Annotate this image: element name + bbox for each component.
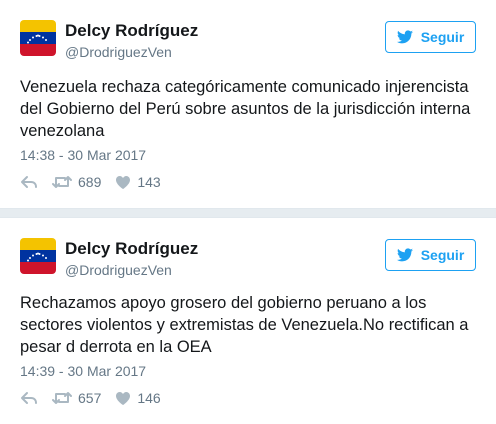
author-name[interactable]: Delcy Rodríguez: [65, 21, 198, 41]
tweet-card: Delcy Rodríguez @DrodriguezVen Seguir Ve…: [0, 0, 496, 208]
like-button[interactable]: 143: [115, 174, 161, 190]
author-handle[interactable]: @DrodriguezVen: [65, 43, 172, 61]
follow-button[interactable]: Seguir: [385, 21, 476, 53]
tweet-separator: [0, 208, 496, 218]
like-count: 143: [137, 174, 161, 190]
follow-button[interactable]: Seguir: [385, 239, 476, 271]
tweet-actions: 689 143: [20, 172, 161, 192]
follow-button-label: Seguir: [420, 29, 465, 45]
reply-icon: [21, 176, 37, 188]
reply-icon: [21, 392, 37, 404]
retweet-button[interactable]: 657: [52, 390, 101, 406]
tweet-text: Venezuela rechaza categóricamente comuni…: [20, 78, 471, 140]
tweet-actions: 657 146: [20, 388, 161, 408]
like-count: 146: [137, 390, 161, 406]
heart-icon: [116, 175, 131, 189]
follow-button-label: Seguir: [420, 247, 465, 263]
retweet-icon: [52, 392, 72, 404]
like-button[interactable]: 146: [115, 390, 161, 406]
retweet-count: 689: [78, 174, 102, 190]
tweet-text: Rechazamos apoyo grosero del gobierno pe…: [20, 294, 469, 356]
avatar[interactable]: [20, 20, 56, 56]
venezuela-flag-avatar: [20, 238, 56, 274]
heart-icon: [116, 391, 131, 405]
author-name[interactable]: Delcy Rodríguez: [65, 239, 198, 259]
retweet-button[interactable]: 689: [52, 174, 101, 190]
retweet-count: 657: [78, 390, 102, 406]
tweet-card: Delcy Rodríguez @DrodriguezVen Seguir Re…: [0, 218, 496, 424]
reply-button[interactable]: [20, 174, 38, 190]
reply-button[interactable]: [20, 390, 38, 406]
tweet-timestamp[interactable]: 14:39 - 30 Mar 2017: [20, 363, 146, 379]
avatar[interactable]: [20, 238, 56, 274]
twitter-bird-icon: [396, 248, 413, 262]
tweet-timestamp[interactable]: 14:38 - 30 Mar 2017: [20, 147, 146, 163]
venezuela-flag-avatar: [20, 20, 56, 56]
retweet-icon: [52, 176, 72, 188]
author-handle[interactable]: @DrodriguezVen: [65, 261, 172, 279]
twitter-bird-icon: [396, 30, 413, 44]
